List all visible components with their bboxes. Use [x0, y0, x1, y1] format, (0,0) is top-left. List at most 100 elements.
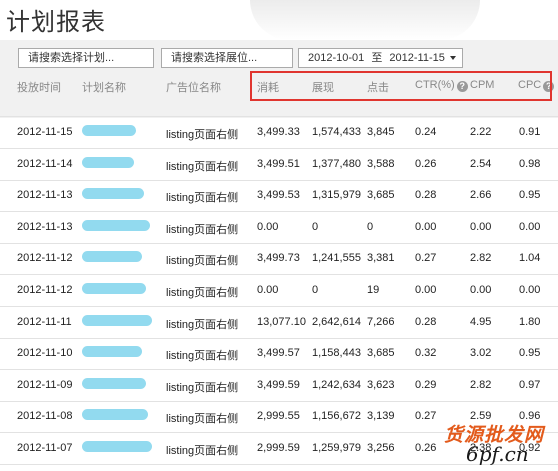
- cell-cpm: 2.54: [470, 157, 492, 170]
- redaction-blur: [82, 314, 152, 326]
- cell-impressions: 1,574,433: [312, 126, 361, 138]
- cell-position: listing页面右侧: [166, 381, 239, 394]
- cell-plan-name-redacted[interactable]: [82, 251, 154, 265]
- cell-cost: 0.00: [257, 284, 279, 296]
- table-row: 2012-11-12 listing页面右侧 3,499.73 1,241,555 3,…: [0, 243, 558, 276]
- cell-impressions: 2,642,614: [312, 315, 361, 328]
- cell-date: 2012-11-10: [17, 347, 73, 360]
- cell-clicks: 3,685: [367, 347, 395, 360]
- table-row: 2012-11-15 listing页面右侧 3,499.33 1,574,433 3,…: [0, 117, 558, 149]
- cell-cost: 3,499.57: [257, 347, 300, 360]
- redaction-blur: [82, 251, 142, 263]
- date-end: 2012-11-15: [389, 52, 445, 64]
- cell-cost: 2,999.55: [257, 410, 300, 423]
- cell-ctr: 0.27: [415, 252, 437, 265]
- cell-ctr: 0.27: [415, 410, 437, 423]
- cell-impressions: 1,315,979: [312, 189, 361, 202]
- cell-clicks: 3,139: [367, 410, 395, 423]
- cell-plan-name-redacted[interactable]: [82, 188, 154, 202]
- cell-date: 2012-11-09: [17, 378, 73, 391]
- watermark-url: 6pf.cn: [466, 442, 529, 466]
- cell-cpc: 0.98: [519, 157, 541, 170]
- cell-cpc: 1.80: [519, 315, 541, 328]
- cell-position: listing页面右侧: [166, 445, 239, 457]
- cell-clicks: 3,623: [367, 378, 395, 391]
- cell-ctr: 0.00: [415, 284, 437, 296]
- cell-cpm: 3.02: [470, 347, 492, 360]
- cell-position: listing页面右侧: [166, 192, 239, 205]
- cell-cost: 0.00: [257, 220, 279, 233]
- cell-clicks: 3,256: [367, 442, 395, 454]
- background-decoration: [250, 0, 480, 40]
- cell-ctr: 0.26: [415, 442, 437, 454]
- redaction-blur: [82, 377, 146, 389]
- cell-date: 2012-11-13: [17, 220, 73, 233]
- cell-position: listing页面右侧: [166, 160, 239, 173]
- cell-clicks: 19: [367, 284, 380, 296]
- redaction-blur: [82, 283, 146, 294]
- cell-cpm: 2.82: [470, 252, 492, 265]
- column-header-plan: 计划名称: [82, 82, 126, 94]
- cell-plan-name-redacted[interactable]: [82, 409, 154, 423]
- cell-plan-name-redacted[interactable]: [82, 377, 154, 392]
- table-row: 2012-11-10 listing页面右侧 3,499.57 1,158,443 3,…: [0, 338, 558, 371]
- site-watermark: 货源批发网 6pf.cn: [440, 420, 558, 471]
- cell-cpc: 0.00: [519, 284, 541, 296]
- plan-search-select[interactable]: 请搜索选择计划...: [18, 48, 154, 68]
- metrics-highlight-box: [250, 71, 552, 101]
- chevron-down-icon[interactable]: [450, 56, 456, 60]
- cell-plan-name-redacted[interactable]: [82, 219, 154, 234]
- cell-plan-name-redacted[interactable]: [82, 156, 154, 171]
- redaction-blur: [82, 219, 150, 231]
- table-row: 2012-11-13 listing页面右侧 3,499.53 1,315,979 3,…: [0, 180, 558, 213]
- cell-plan-name-redacted[interactable]: [82, 125, 154, 139]
- redaction-blur: [82, 441, 152, 452]
- cell-ctr: 0.00: [415, 220, 437, 233]
- cell-plan-name-redacted[interactable]: [82, 314, 154, 329]
- cell-cpm: 0.00: [470, 284, 492, 296]
- cell-cpm: 2.22: [470, 126, 492, 138]
- cell-ctr: 0.28: [415, 315, 437, 328]
- cell-ctr: 0.26: [415, 157, 437, 170]
- cell-position: listing页面右侧: [166, 223, 239, 236]
- cell-cpc: 0.91: [519, 126, 541, 138]
- page-title: 计划报表: [6, 8, 106, 36]
- cell-position: listing页面右侧: [166, 413, 239, 426]
- cell-date: 2012-11-12: [17, 284, 73, 296]
- cell-cpm: 4.95: [470, 315, 492, 328]
- cell-clicks: 3,381: [367, 252, 395, 265]
- date-start: 2012-10-01: [308, 52, 365, 64]
- column-header-date: 投放时间: [17, 82, 61, 94]
- cell-date: 2012-11-12: [17, 252, 73, 265]
- cell-cost: 3,499.33: [257, 126, 300, 138]
- column-header-position: 广告位名称: [166, 82, 221, 94]
- cell-date: 2012-11-14: [17, 157, 73, 170]
- cell-ctr: 0.24: [415, 126, 437, 138]
- cell-plan-name-redacted[interactable]: [82, 441, 154, 455]
- cell-cost: 3,499.59: [257, 378, 300, 391]
- cell-cpm: 2.82: [470, 378, 492, 391]
- cell-cost: 13,077.10: [257, 315, 306, 328]
- date-range-picker[interactable]: 2012-10-01 至 2012-11-15: [298, 48, 463, 68]
- table-row: 2012-11-12 listing页面右侧 0.00 0 19 0.00 0.00 0.00: [0, 275, 558, 307]
- cell-ctr: 0.32: [415, 347, 437, 360]
- cell-position: listing页面右侧: [166, 318, 239, 331]
- cell-cost: 3,499.51: [257, 157, 300, 170]
- redaction-blur: [82, 409, 148, 421]
- cell-impressions: 1,241,555: [312, 252, 361, 265]
- cell-cost: 3,499.53: [257, 189, 300, 202]
- position-search-select[interactable]: 请搜索选择展位...: [161, 48, 293, 68]
- cell-clicks: 7,266: [367, 315, 395, 328]
- cell-cpc: 0.00: [519, 220, 541, 233]
- cell-clicks: 3,845: [367, 126, 395, 138]
- cell-plan-name-redacted[interactable]: [82, 283, 154, 297]
- redaction-blur: [82, 156, 134, 168]
- cell-cpc: 0.95: [519, 347, 541, 360]
- cell-impressions: 1,377,480: [312, 157, 361, 170]
- table-row: 2012-11-11 listing页面右侧 13,077.10 2,642,614 7…: [0, 307, 558, 339]
- cell-plan-name-redacted[interactable]: [82, 346, 154, 360]
- cell-cpm: 2.66: [470, 189, 492, 202]
- cell-impressions: 0: [312, 284, 319, 296]
- cell-clicks: 3,588: [367, 157, 395, 170]
- cell-ctr: 0.29: [415, 378, 437, 391]
